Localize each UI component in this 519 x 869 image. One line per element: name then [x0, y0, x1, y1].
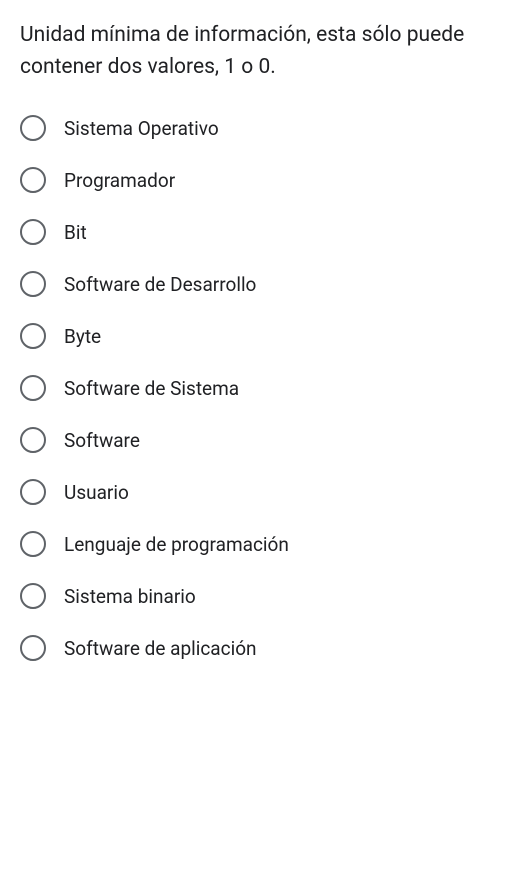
option-label: Byte [64, 325, 101, 348]
option-label: Software de Sistema [64, 377, 239, 400]
radio-icon[interactable] [20, 635, 46, 661]
option-label: Usuario [64, 481, 129, 504]
radio-icon[interactable] [20, 479, 46, 505]
option-row[interactable]: Bit [20, 219, 499, 245]
option-row[interactable]: Usuario [20, 479, 499, 505]
radio-icon[interactable] [20, 427, 46, 453]
option-label: Lenguaje de programación [64, 533, 289, 556]
question-text: Unidad mínima de información, esta sólo … [20, 20, 499, 83]
option-row[interactable]: Software [20, 427, 499, 453]
radio-icon[interactable] [20, 219, 46, 245]
option-label: Bit [64, 221, 87, 244]
radio-icon[interactable] [20, 375, 46, 401]
option-row[interactable]: Lenguaje de programación [20, 531, 499, 557]
option-row[interactable]: Software de Desarrollo [20, 271, 499, 297]
option-row[interactable]: Software de aplicación [20, 635, 499, 661]
radio-icon[interactable] [20, 323, 46, 349]
option-label: Sistema Operativo [64, 117, 219, 140]
option-row[interactable]: Software de Sistema [20, 375, 499, 401]
option-row[interactable]: Sistema Operativo [20, 115, 499, 141]
option-row[interactable]: Sistema binario [20, 583, 499, 609]
radio-icon[interactable] [20, 583, 46, 609]
option-row[interactable]: Programador [20, 167, 499, 193]
radio-icon[interactable] [20, 531, 46, 557]
radio-icon[interactable] [20, 271, 46, 297]
option-label: Software de aplicación [64, 637, 257, 660]
radio-icon[interactable] [20, 167, 46, 193]
option-label: Software [64, 429, 140, 452]
radio-icon[interactable] [20, 115, 46, 141]
option-label: Software de Desarrollo [64, 273, 256, 296]
option-label: Sistema binario [64, 585, 196, 608]
option-row[interactable]: Byte [20, 323, 499, 349]
option-label: Programador [64, 169, 175, 192]
options-container: Sistema Operativo Programador Bit Softwa… [20, 115, 499, 661]
